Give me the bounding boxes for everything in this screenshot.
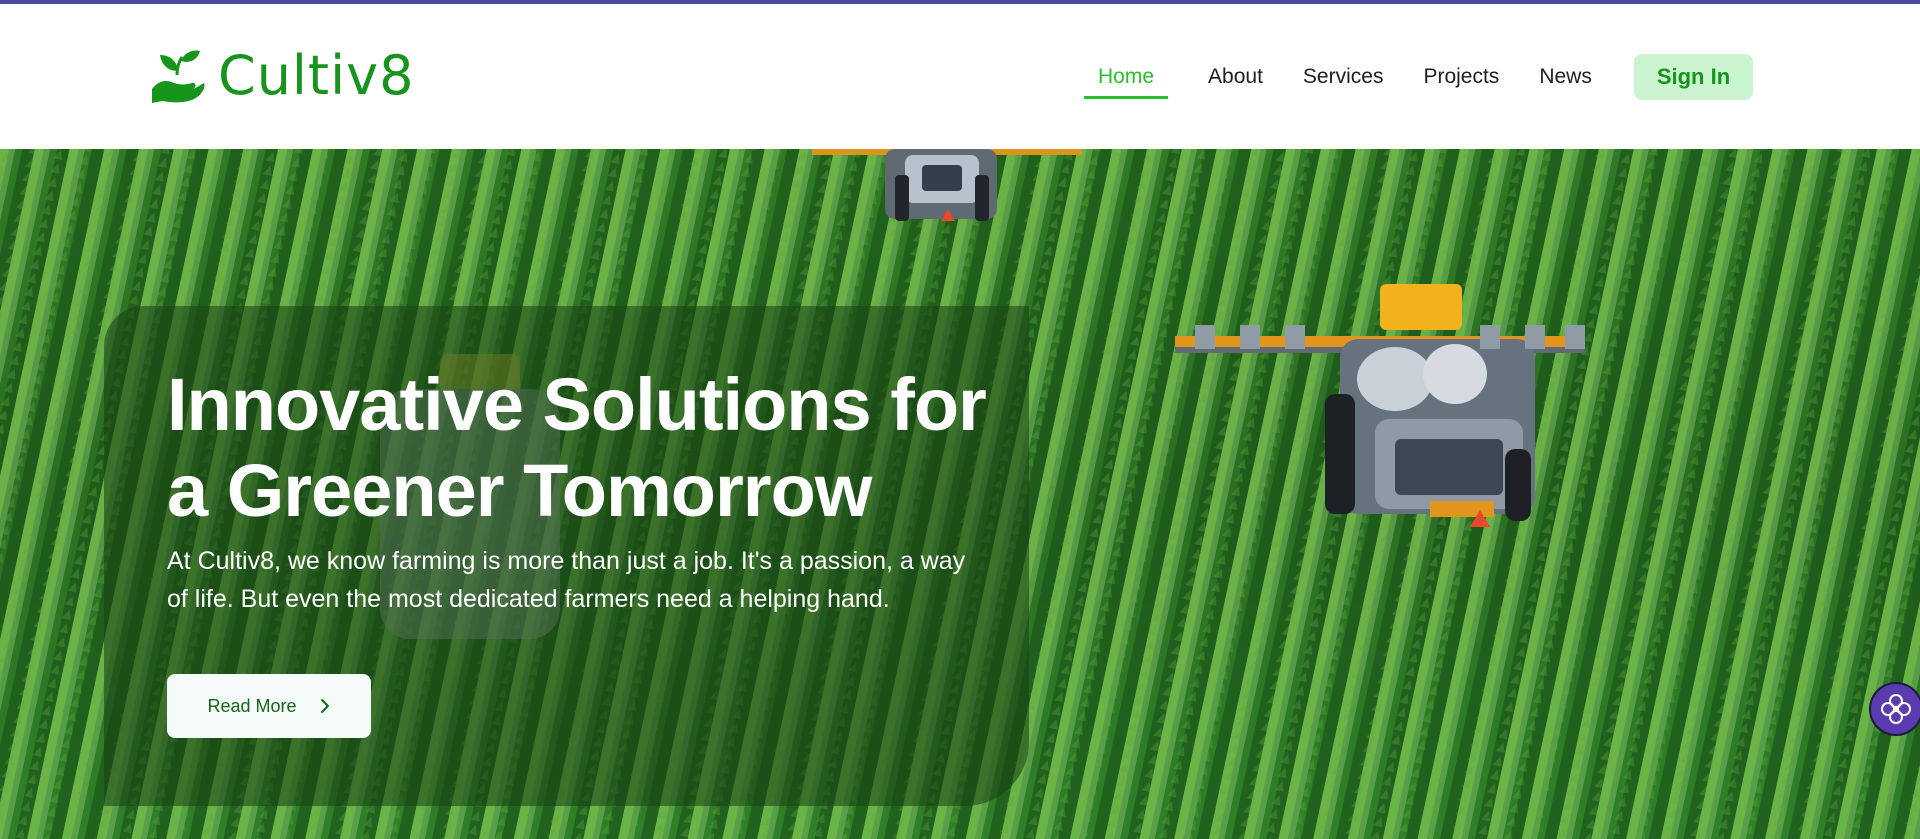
nav-home[interactable]: Home [1084, 55, 1169, 99]
nav-projects[interactable]: Projects [1423, 55, 1499, 99]
nav-about[interactable]: About [1208, 55, 1263, 99]
sign-in-button[interactable]: Sign In [1633, 54, 1754, 100]
hero-title: Innovative Solutions for a Greener Tomor… [167, 363, 987, 532]
brand-name: Cultiv8 [218, 44, 415, 107]
nav-services[interactable]: Services [1303, 55, 1384, 99]
read-more-label: Read More [207, 695, 297, 716]
hero-card: Innovative Solutions for a Greener Tomor… [104, 306, 1029, 806]
hero-section: Innovative Solutions for a Greener Tomor… [0, 149, 1920, 839]
nav-news[interactable]: News [1539, 55, 1592, 99]
read-more-button[interactable]: Read More [167, 674, 371, 738]
brand-logo[interactable]: Cultiv8 [150, 44, 414, 107]
hero-description: At Cultiv8, we know farming is more than… [167, 547, 966, 613]
chevron-right-icon [320, 699, 329, 713]
hand-sprout-icon [152, 49, 205, 103]
assistant-button[interactable] [1871, 684, 1920, 734]
navbar: Cultiv8 Home About Services Projects New… [0, 4, 1920, 149]
flower-assistant-icon [1881, 694, 1911, 724]
main-nav: Home About Services Projects News Sign I… [1084, 54, 1754, 100]
